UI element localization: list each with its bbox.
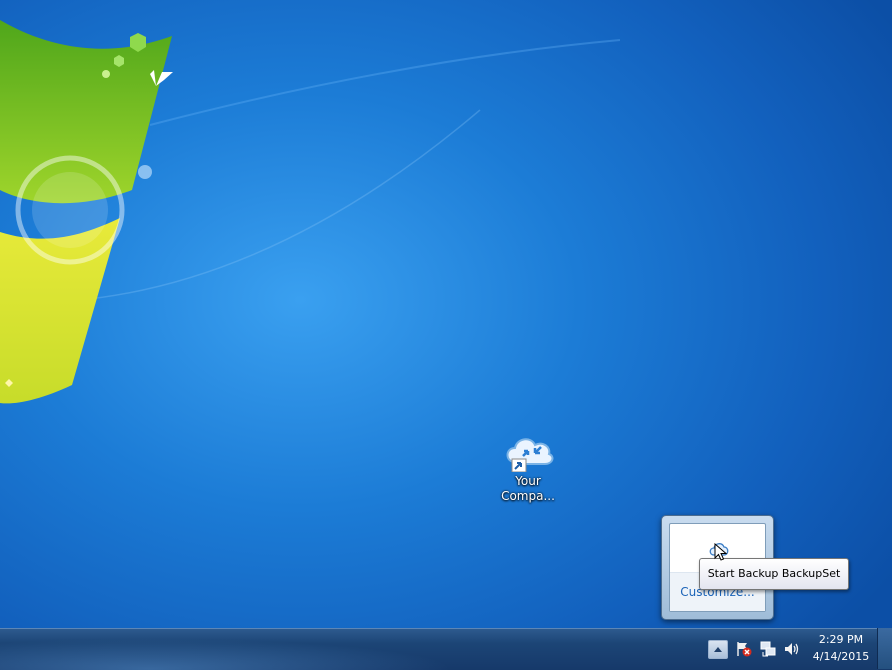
cloud-backup-shortcut-icon [501, 432, 555, 473]
clock-time: 2:29 PM [818, 633, 864, 646]
network-icon[interactable] [759, 640, 777, 658]
desktop-shortcut-your-company[interactable]: Your Compa... [495, 432, 561, 504]
action-center-flag-icon[interactable] [735, 640, 753, 658]
desktop-icon-label-line2: Compa... [501, 489, 555, 503]
clock-date: 4/14/2015 [812, 650, 870, 663]
show-hidden-icons-icon[interactable] [708, 640, 728, 659]
desktop-icon-label-line1: Your [515, 474, 541, 488]
taskbar-clock[interactable]: 2:29 PM 4/14/2015 [808, 631, 874, 665]
mouse-cursor-icon [714, 543, 728, 561]
show-desktop-button[interactable] [877, 628, 892, 669]
volume-icon[interactable] [783, 640, 801, 658]
